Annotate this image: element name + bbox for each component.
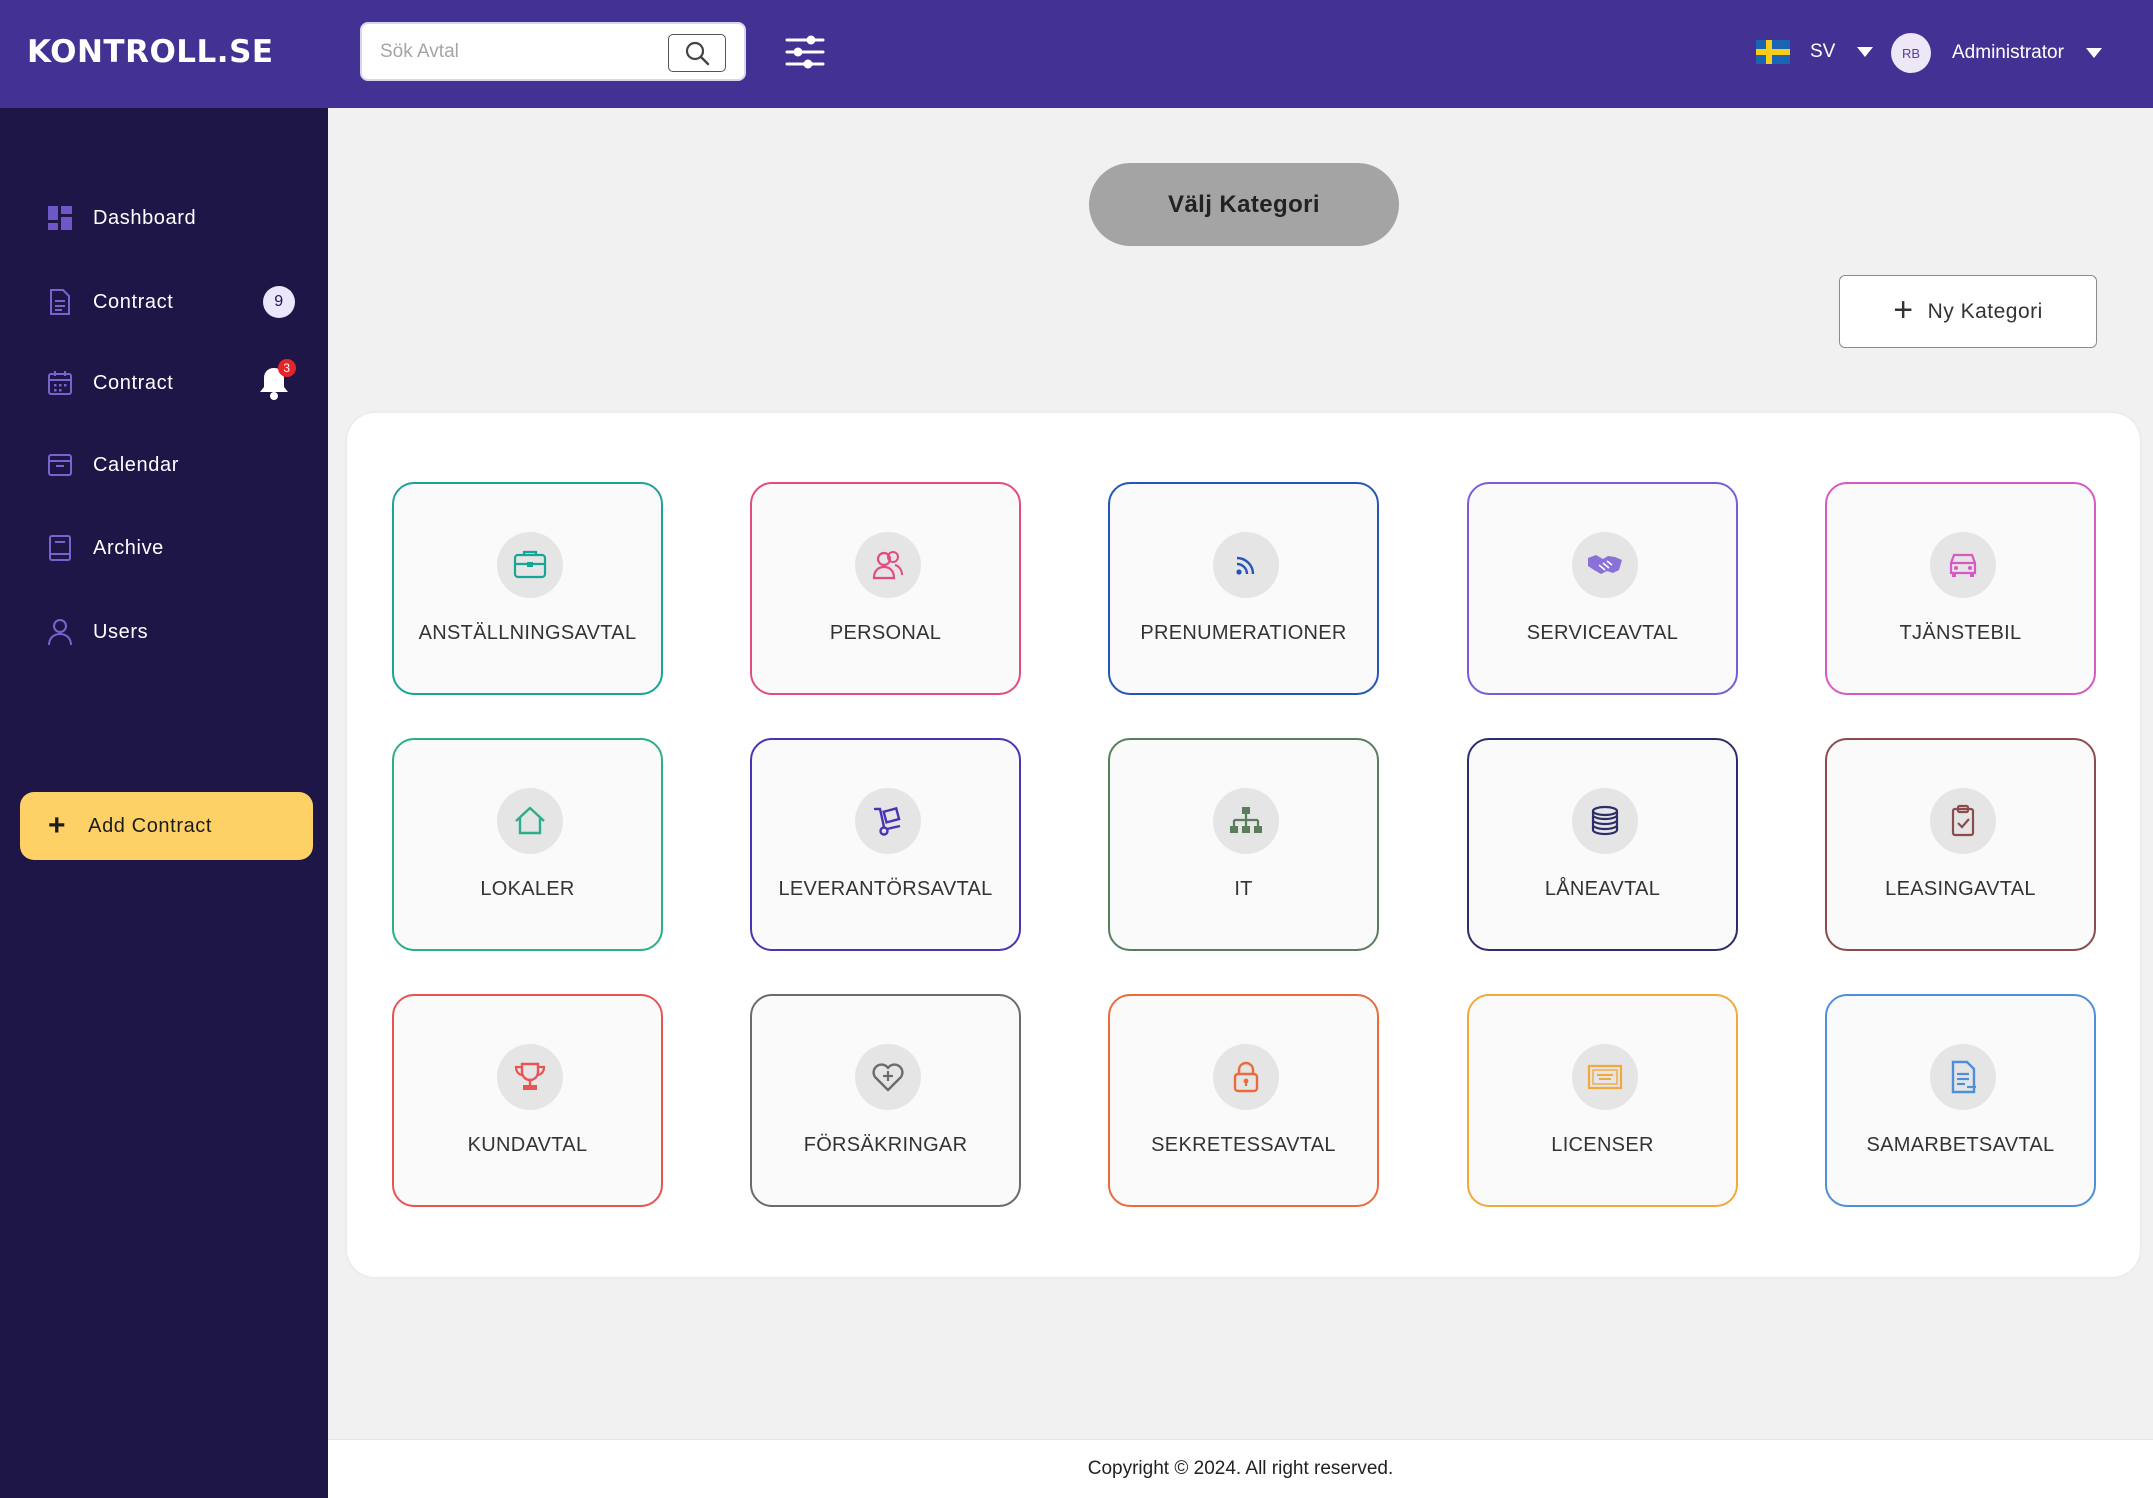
category-card[interactable]: PERSONAL [750,482,1021,695]
category-card[interactable]: LEASINGAVTAL [1825,738,2096,951]
sidebar-item-users[interactable]: Users [46,612,306,652]
top-bar: KONTROLL.SE SV RB Administrator [0,0,2153,108]
footer: Copyright © 2024. All right reserved. [328,1439,2153,1498]
rss-icon [1213,532,1279,598]
people-icon [855,532,921,598]
avatar[interactable]: RB [1891,33,1931,73]
chevron-down-icon [2085,48,2102,58]
add-contract-label: Add Contract [88,814,213,837]
search-input[interactable] [380,36,650,68]
category-card[interactable]: ANSTÄLLNINGSAVTAL [392,482,663,695]
notification-badge: 3 [278,359,296,377]
count-badge: 9 [263,286,295,318]
dashboard-icon [46,204,74,232]
copyright-text: Copyright © 2024. All right reserved. [1087,1458,1394,1479]
category-card[interactable]: SERVICEAVTAL [1467,482,1738,695]
category-card[interactable]: LEVERANTÖRSAVTAL [750,738,1021,951]
language-label: SV [1810,41,1836,62]
trophy-icon [497,1044,563,1110]
category-label: LICENSER [1551,1134,1654,1156]
category-card[interactable]: LÅNEAVTAL [1467,738,1738,951]
search-button[interactable] [668,34,726,72]
sidebar-item-label: Contract [93,290,174,313]
plus-icon: + [48,809,67,842]
filter-sliders-icon[interactable] [785,32,825,72]
coins-icon [1572,788,1638,854]
category-card[interactable]: SEKRETESSAVTAL [1108,994,1379,1207]
sidebar-item-label: Dashboard [93,206,197,229]
sweden-flag-icon [1756,40,1790,64]
briefcase-icon [497,532,563,598]
category-label: SEKRETESSAVTAL [1151,1134,1336,1156]
language-selector[interactable]: SV [1756,40,1874,64]
category-card[interactable]: TJÄNSTEBIL [1825,482,2096,695]
sidebar-item-archive[interactable]: Archive [46,528,306,568]
category-label: TJÄNSTEBIL [1899,622,2022,644]
network-icon [1213,788,1279,854]
category-card[interactable]: KUNDAVTAL [392,994,663,1207]
heart-plus-icon [855,1044,921,1110]
certificate-icon [1572,1044,1638,1110]
category-label: PRENUMERATIONER [1140,622,1347,644]
calendar-grid-icon [46,369,74,397]
user-menu[interactable]: Administrator [1952,42,2102,64]
category-card[interactable]: FÖRSÄKRINGAR [750,994,1021,1207]
user-name: Administrator [1952,42,2064,63]
new-category-label: Ny Kategori [1927,299,2043,323]
sidebar-item-contract-notifications[interactable]: Contract 3 [46,359,306,403]
category-card[interactable]: LICENSER [1467,994,1738,1207]
user-icon [46,618,74,646]
category-label: FÖRSÄKRINGAR [803,1134,968,1156]
sidebar-item-label: Archive [93,536,164,559]
category-card[interactable]: SAMARBETSAVTAL [1825,994,2096,1207]
category-label: LEVERANTÖRSAVTAL [778,878,993,900]
category-card[interactable]: LOKALER [392,738,663,951]
sidebar: Dashboard Contract 9 Contract 3 Calendar… [0,108,328,1498]
sidebar-item-label: Contract [93,371,174,394]
book-icon [46,534,74,562]
handshake-icon [1572,532,1638,598]
plus-icon: + [1893,291,1914,329]
sidebar-item-calendar[interactable]: Calendar [46,445,306,485]
search-box [360,22,746,81]
category-label: LOKALER [480,878,575,900]
category-label: ANSTÄLLNINGSAVTAL [418,622,637,644]
category-card[interactable]: PRENUMERATIONER [1108,482,1379,695]
category-label: SAMARBETSAVTAL [1866,1134,2055,1156]
category-label: SERVICEAVTAL [1526,622,1679,644]
file-text-icon [1930,1044,1996,1110]
search-icon [685,41,710,66]
sidebar-item-label: Users [93,620,149,643]
brand-logo[interactable]: KONTROLL.SE [27,34,274,70]
category-label: LEASINGAVTAL [1885,878,2036,900]
house-icon [497,788,563,854]
category-label: KUNDAVTAL [467,1134,588,1156]
hand-truck-icon [855,788,921,854]
sidebar-item-contract[interactable]: Contract 9 [46,282,306,322]
category-label: IT [1234,878,1253,900]
document-icon [46,288,74,316]
clipboard-check-icon [1930,788,1996,854]
lock-icon [1213,1044,1279,1110]
category-card[interactable]: IT [1108,738,1379,951]
new-category-button[interactable]: + Ny Kategori [1839,275,2097,348]
inbox-icon [46,451,74,479]
category-label: LÅNEAVTAL [1544,878,1661,900]
add-contract-button[interactable]: + Add Contract [20,792,313,860]
car-icon [1930,532,1996,598]
category-label: PERSONAL [829,622,942,644]
category-panel: ANSTÄLLNINGSAVTAL PERSONAL PRENUMERATIONER… [347,413,2140,1277]
sidebar-item-label: Calendar [93,453,179,476]
sidebar-item-dashboard[interactable]: Dashboard [46,198,306,238]
select-category-button[interactable]: Välj Kategori [1089,163,1399,246]
chevron-down-icon [1857,47,1874,57]
